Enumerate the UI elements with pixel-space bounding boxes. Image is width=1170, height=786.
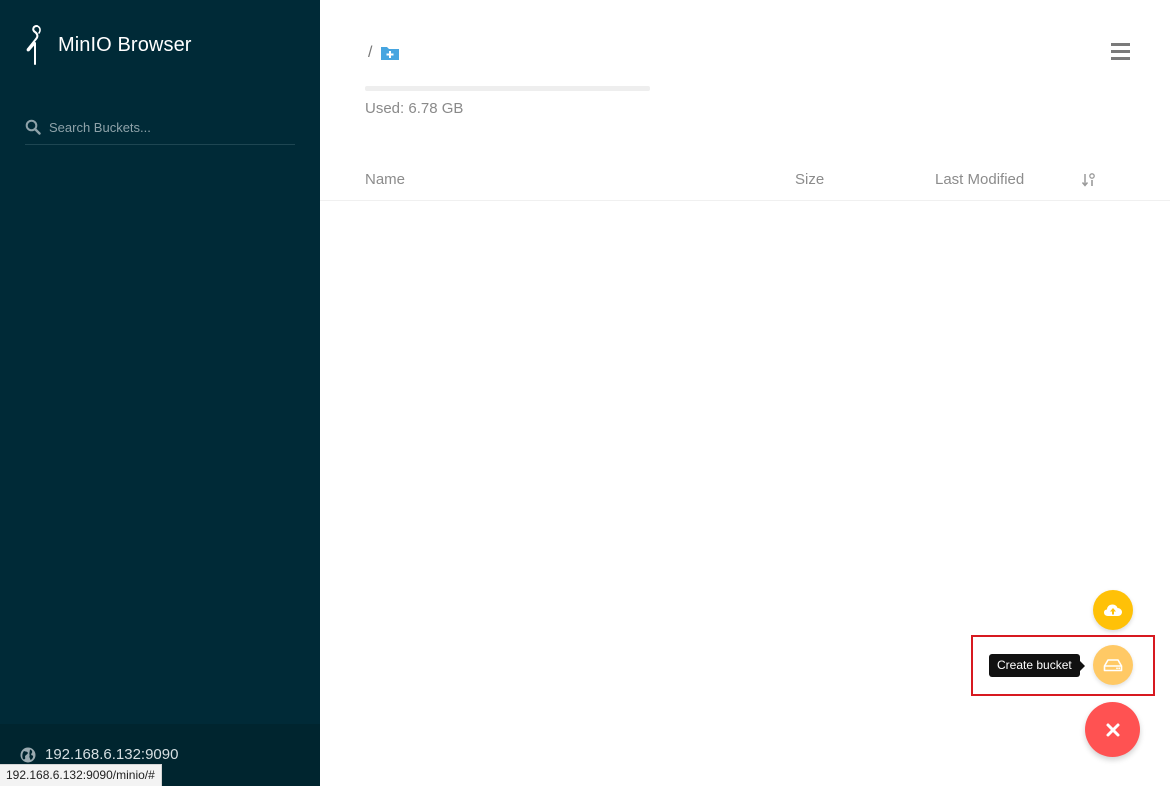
column-size[interactable]: Size <box>795 171 824 188</box>
folder-plus-icon[interactable] <box>380 45 400 61</box>
logo[interactable]: MinIO Browser <box>24 24 192 66</box>
sidebar: MinIO Browser 192.168.6.132:9090 <box>0 0 320 786</box>
usage-bar <box>365 86 650 91</box>
search-input[interactable] <box>49 119 279 135</box>
close-fab-button[interactable] <box>1085 702 1140 757</box>
browser-status-url: 192.168.6.132:9090/minio/# <box>0 764 162 786</box>
globe-icon <box>20 747 36 762</box>
host-address: 192.168.6.132:9090 <box>45 746 179 763</box>
app-title: MinIO Browser <box>58 33 192 56</box>
breadcrumb: / <box>368 44 400 62</box>
column-last-modified[interactable]: Last Modified <box>935 171 1024 188</box>
sort-icon[interactable] <box>1082 173 1096 187</box>
close-icon <box>1106 723 1119 736</box>
create-bucket-highlight <box>971 635 1155 696</box>
hamburger-menu-icon[interactable] <box>1110 43 1132 63</box>
breadcrumb-root[interactable]: / <box>368 44 372 62</box>
column-name[interactable]: Name <box>365 171 405 188</box>
cloud-upload-icon <box>1104 604 1122 616</box>
search-icon <box>25 119 41 135</box>
server-host: 192.168.6.132:9090 <box>20 746 178 763</box>
bucket-search <box>25 110 295 145</box>
upload-file-button[interactable] <box>1093 590 1133 630</box>
minio-crane-logo <box>26 25 41 65</box>
table-header: Name Size Last Modified <box>320 162 1170 201</box>
usage-text: Used: 6.78 GB <box>365 100 464 117</box>
